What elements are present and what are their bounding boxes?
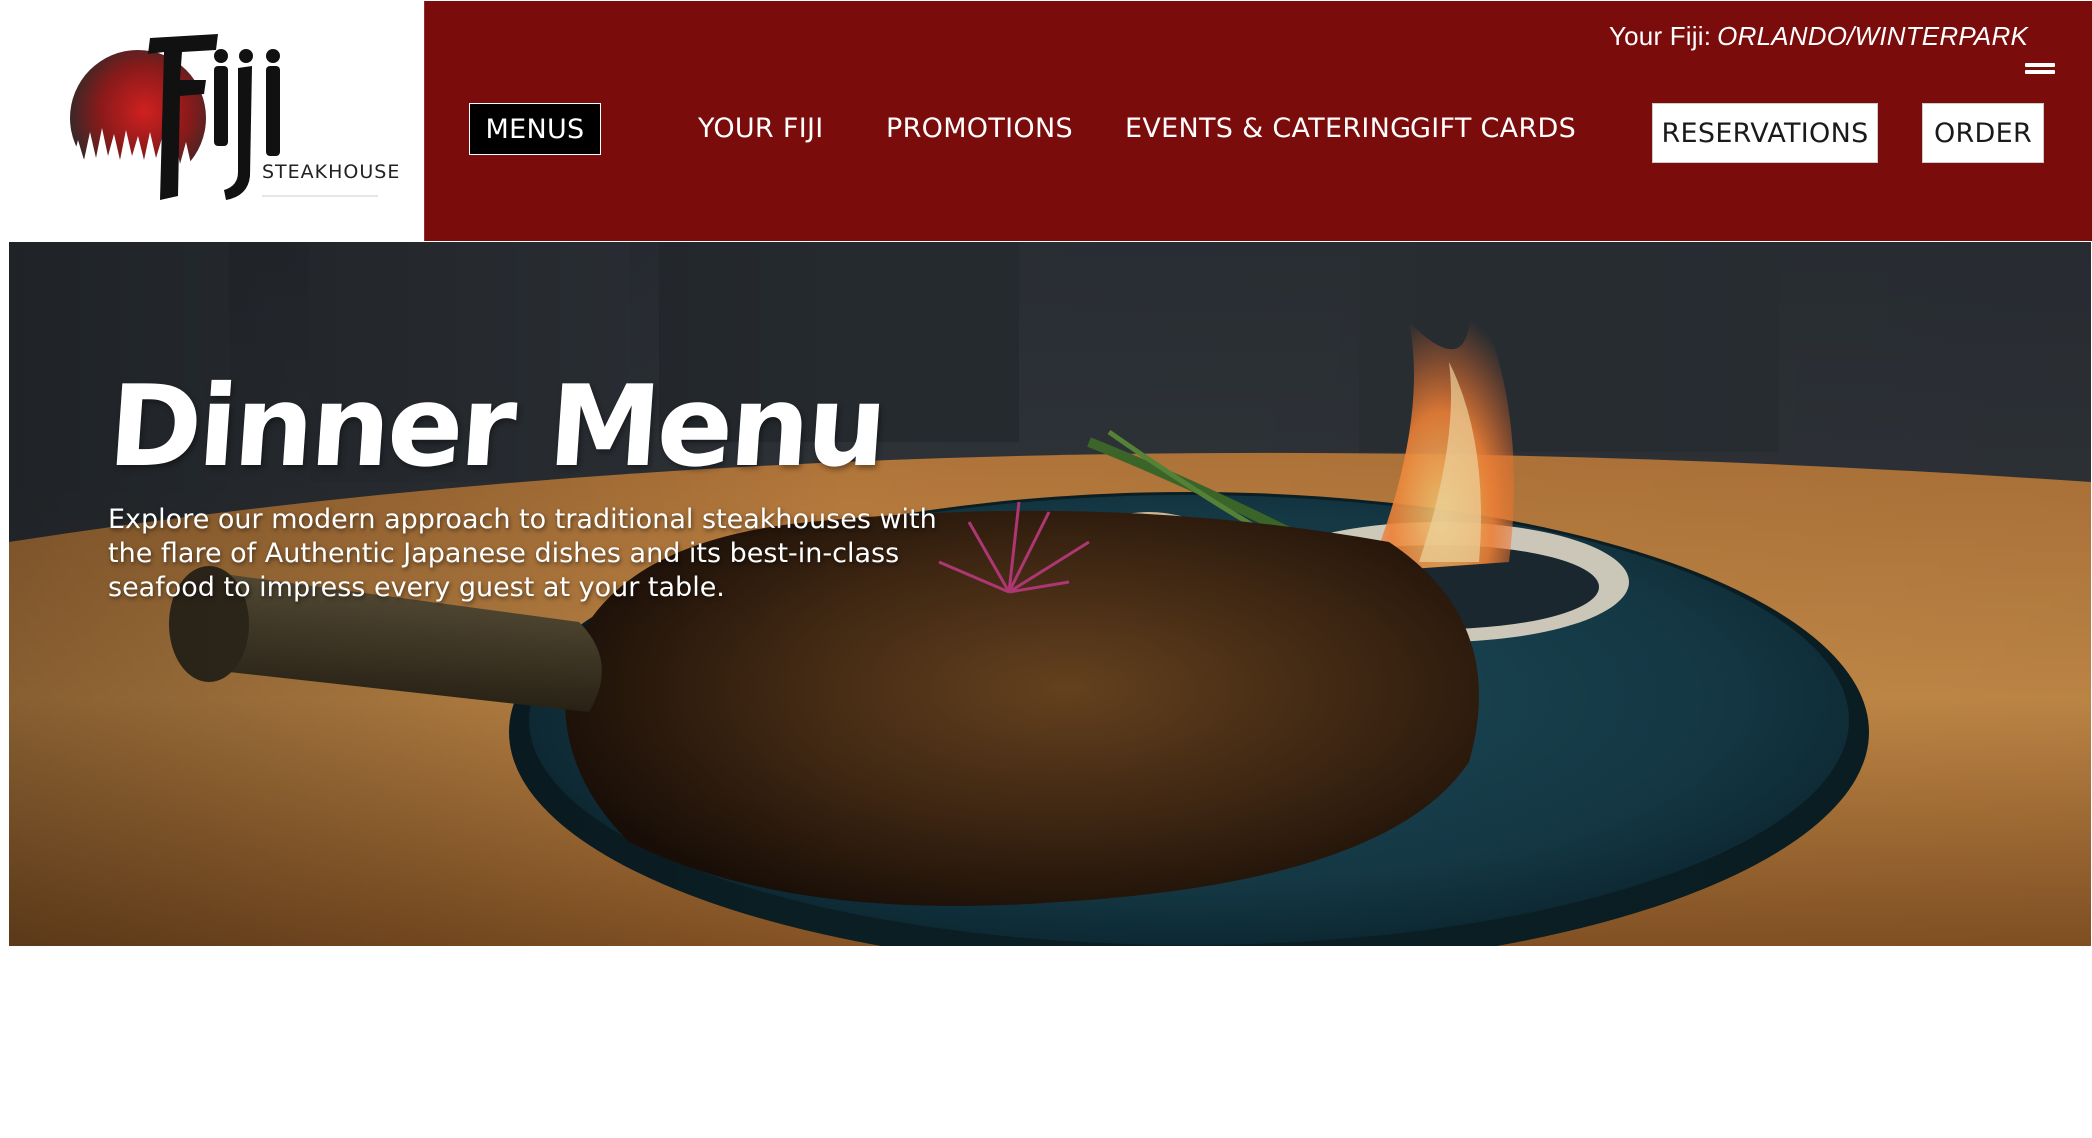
nav-item-your-fiji[interactable]: YOUR FIJI: [698, 103, 824, 155]
logo-tagline: STEAKHOUSE: [262, 161, 400, 183]
hero-banner: Dinner Menu Explore our modern approach …: [9, 242, 2091, 946]
nav-item-gift-cards[interactable]: GIFT CARDS: [1410, 103, 1576, 155]
nav-item-promotions[interactable]: PROMOTIONS: [886, 103, 1073, 155]
order-button[interactable]: ORDER: [1922, 103, 2044, 163]
logo-area[interactable]: STEAKHOUSE: [0, 0, 424, 242]
site-header: STEAKHOUSE Your Fiji: ORLANDO/WINTERPARK …: [0, 0, 2092, 242]
reservations-button[interactable]: RESERVATIONS: [1652, 103, 1878, 163]
location-prefix: Your Fiji:: [1608, 21, 1712, 51]
hamburger-icon[interactable]: [2025, 63, 2055, 81]
hero-description: Explore our modern approach to tradition…: [108, 504, 937, 603]
nav-item-events-catering[interactable]: EVENTS & CATERING: [1125, 103, 1411, 155]
nav-item-menus[interactable]: MENUS: [469, 103, 601, 155]
fiji-steakhouse-logo[interactable]: STEAKHOUSE: [0, 0, 424, 242]
location-selector[interactable]: Your Fiji: ORLANDO/WINTERPARK: [1609, 21, 2028, 52]
hero-title: Dinner Menu: [104, 362, 889, 492]
nav-bar: Your Fiji: ORLANDO/WINTERPARK MENUS YOUR …: [424, 1, 2092, 241]
location-city[interactable]: ORLANDO/WINTERPARK: [1717, 21, 2028, 51]
